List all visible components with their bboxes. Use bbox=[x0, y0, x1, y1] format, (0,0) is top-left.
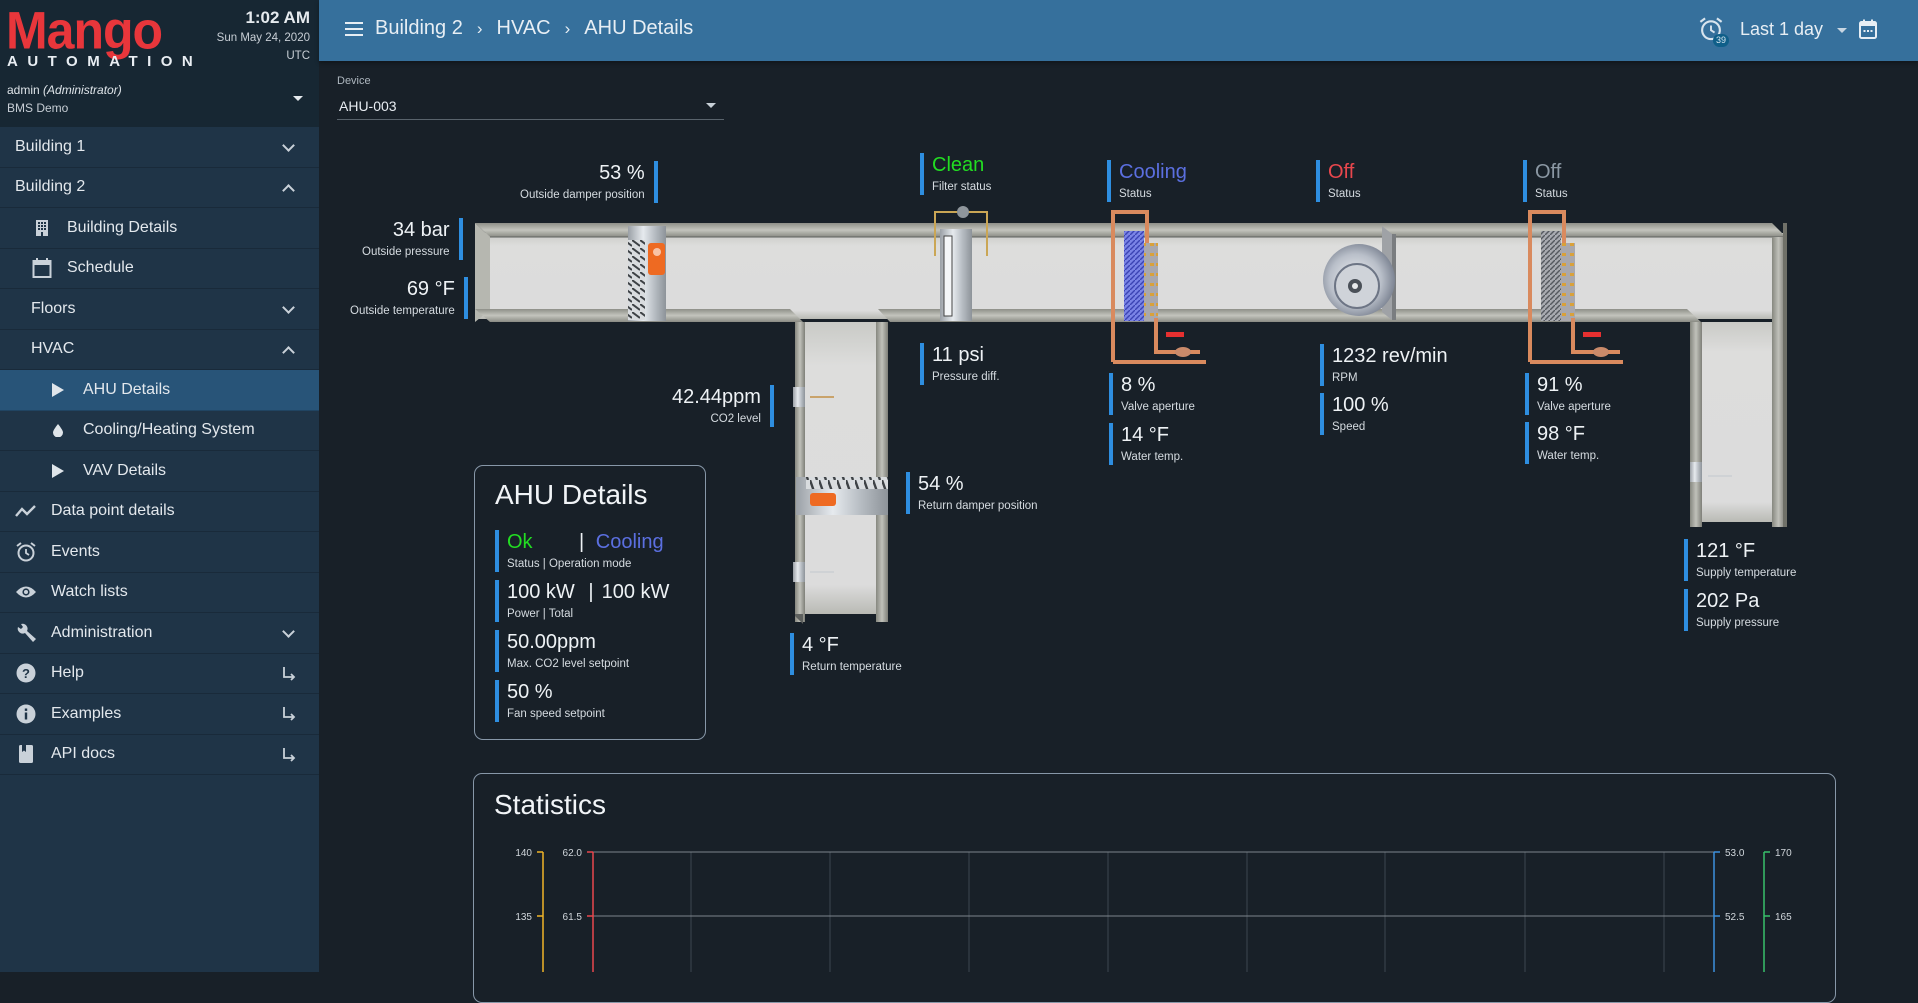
tick-label: 52.5 bbox=[1725, 912, 1745, 923]
tick-label: 135 bbox=[515, 912, 532, 923]
tick-label: 170 bbox=[1775, 848, 1792, 859]
tick-label: 165 bbox=[1775, 912, 1792, 923]
tick-label: 140 bbox=[515, 848, 532, 859]
tick-label: 61.5 bbox=[563, 912, 583, 923]
tick-label: 62.0 bbox=[563, 848, 583, 859]
tick-label: 53.0 bbox=[1725, 848, 1745, 859]
statistics-chart[interactable]: 140 135 62.0 61.5 53.0 52.5 170 165 bbox=[0, 0, 1918, 972]
